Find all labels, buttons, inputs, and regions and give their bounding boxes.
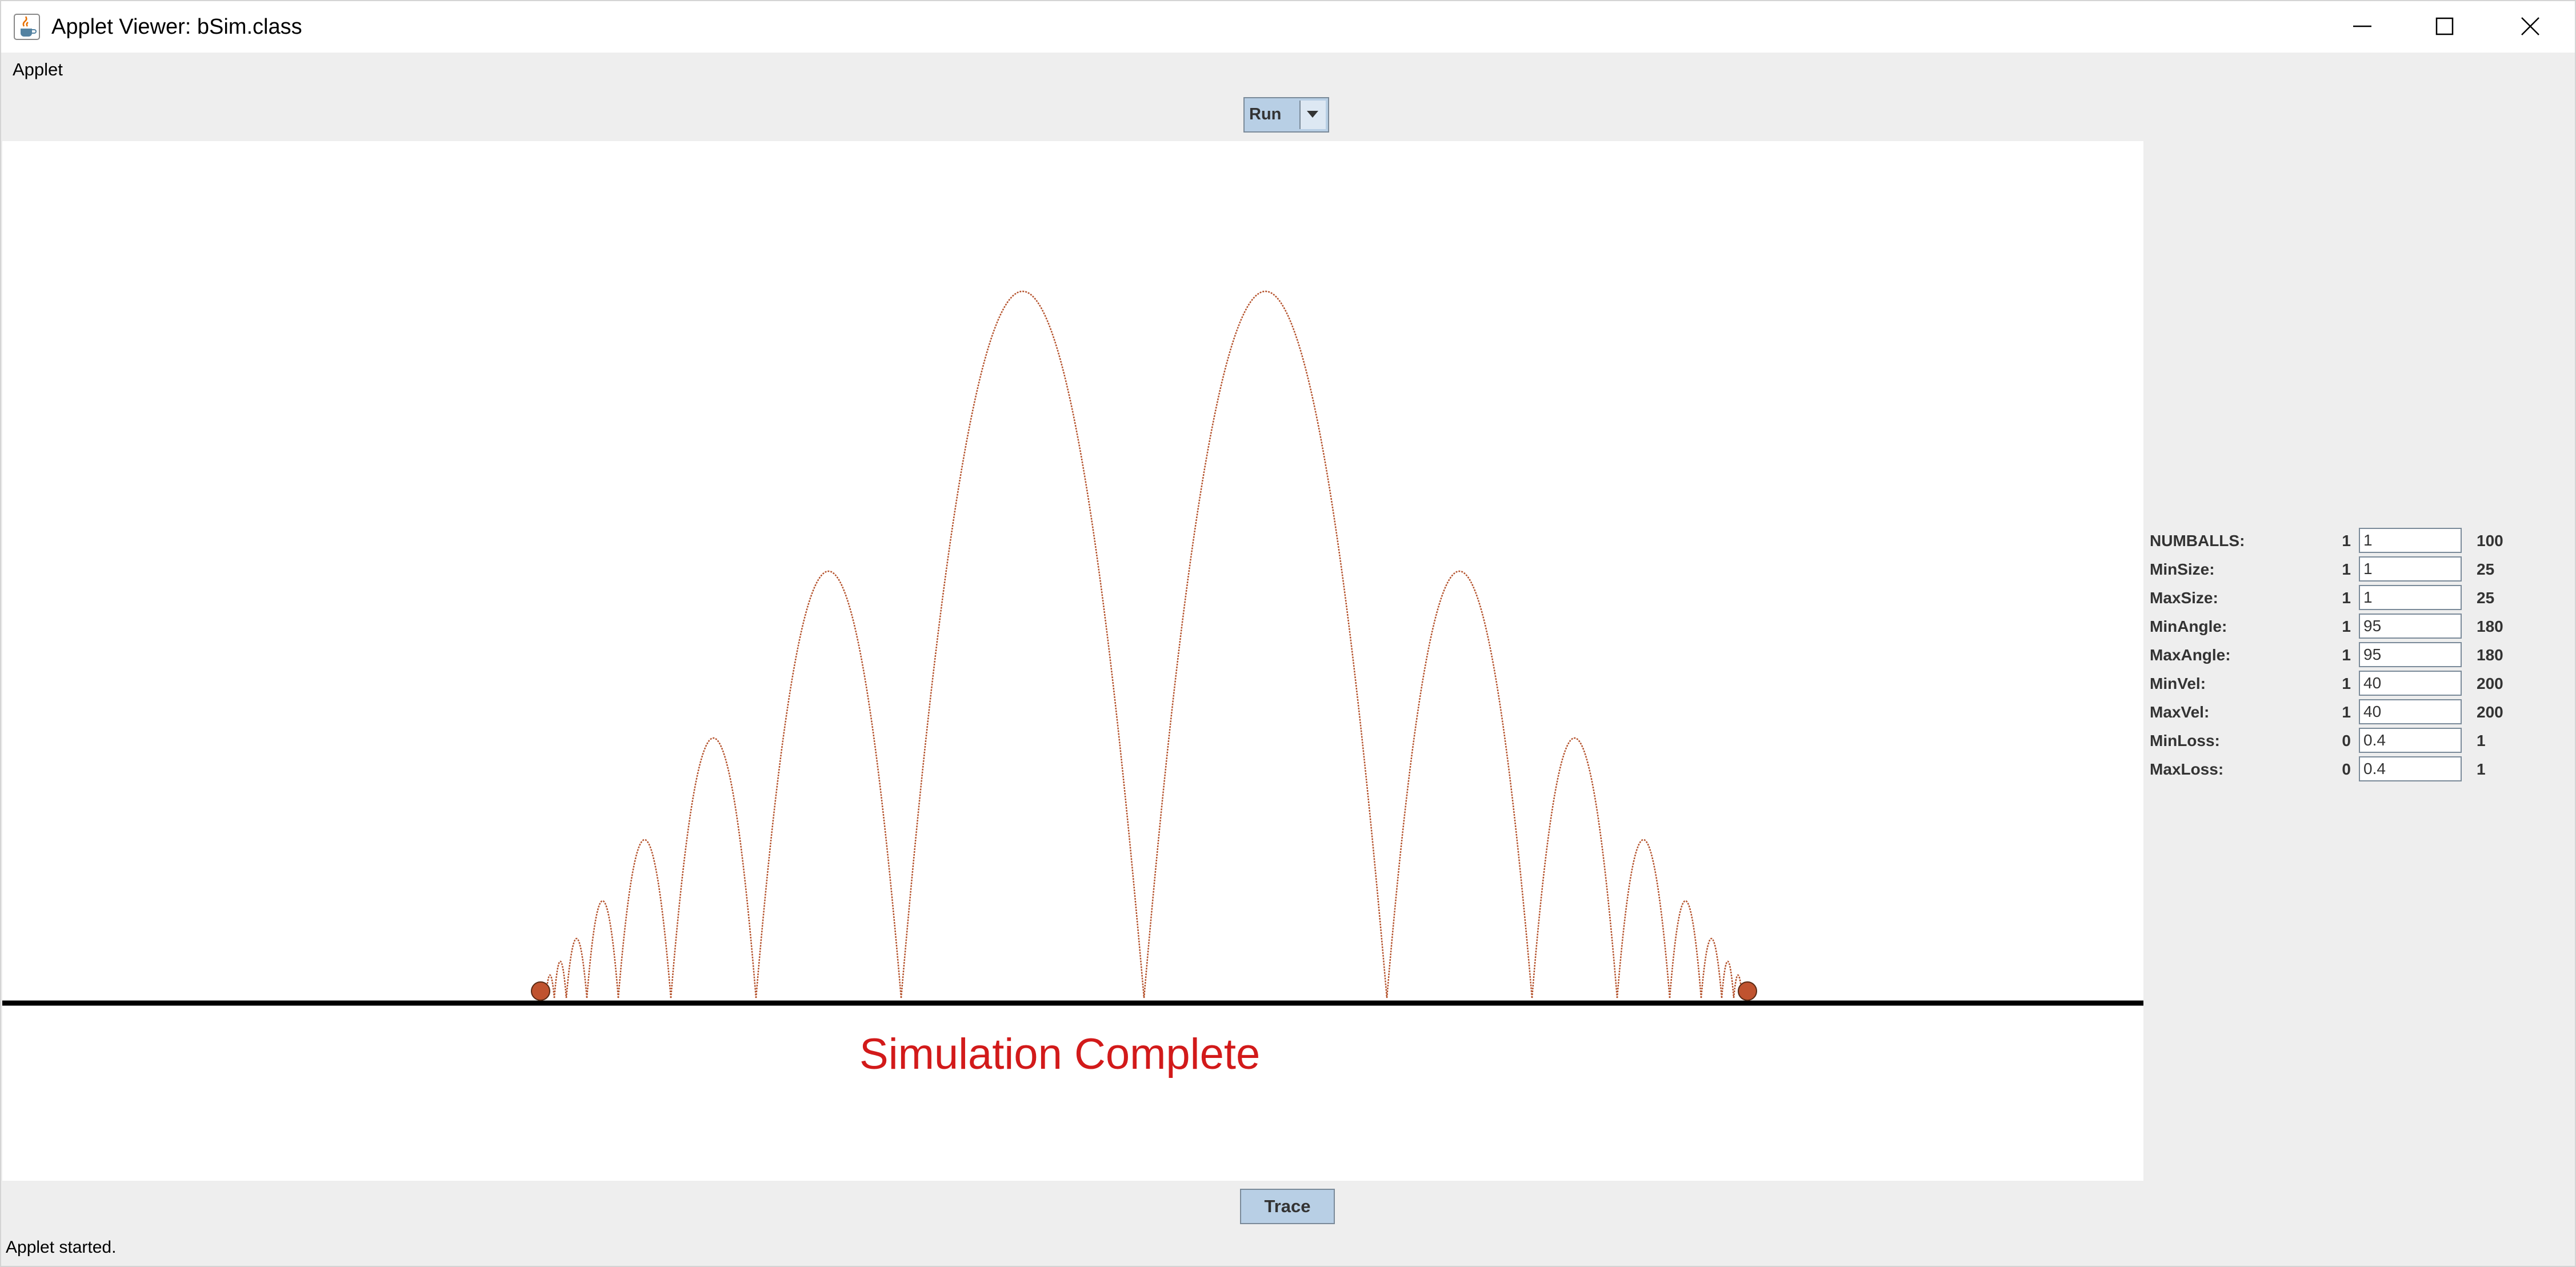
- param-input[interactable]: 0.4: [2359, 756, 2462, 781]
- maximize-icon: [2435, 17, 2454, 35]
- param-input[interactable]: 95: [2359, 614, 2462, 639]
- param-row: MinVel: 1 40 200: [2150, 669, 2561, 697]
- title-bar: Applet Viewer: bSim.class: [1, 1, 2575, 53]
- param-input[interactable]: 95: [2359, 642, 2462, 667]
- param-min: 0: [2342, 760, 2351, 778]
- param-row: MinLoss: 0 0.4 1: [2150, 727, 2561, 754]
- ball: [1738, 981, 1757, 1001]
- param-min: 0: [2342, 732, 2351, 749]
- param-label: MinAngle:: [2150, 618, 2227, 635]
- chevron-down-icon: [1307, 111, 1318, 118]
- maximize-button[interactable]: [2405, 1, 2485, 53]
- trajectory-arc: [1700, 937, 1723, 999]
- param-row: MinSize: 1 1 25: [2150, 555, 2561, 583]
- param-min: 1: [2342, 646, 2351, 664]
- trajectory-arc: [1616, 839, 1671, 999]
- param-label: MinLoss:: [2150, 732, 2220, 749]
- run-dropdown-value: Run: [1249, 105, 1282, 123]
- param-min: 1: [2342, 703, 2351, 721]
- param-row: MaxSize: 1 1 25: [2150, 584, 2561, 611]
- param-input[interactable]: 40: [2359, 699, 2462, 724]
- trajectory-arc: [1669, 900, 1702, 999]
- param-input[interactable]: 40: [2359, 671, 2462, 696]
- param-max: 1: [2477, 760, 2486, 778]
- param-max: 1: [2477, 732, 2486, 749]
- param-max: 100: [2477, 532, 2503, 550]
- param-label: MinVel:: [2150, 675, 2206, 692]
- param-row: MaxAngle: 1 95 180: [2150, 641, 2561, 668]
- applet-viewer-window: Applet Viewer: bSim.class Applet Run Sim…: [0, 0, 2576, 1267]
- simulation-complete-message: Simulation Complete: [859, 1030, 1261, 1078]
- trajectory-arc: [586, 900, 619, 999]
- dropdown-arrow-button[interactable]: [1299, 101, 1326, 129]
- trajectory-arc: [553, 960, 567, 999]
- status-bar-text: Applet started.: [6, 1238, 117, 1257]
- param-min: 1: [2342, 532, 2351, 550]
- param-min: 1: [2342, 589, 2351, 607]
- param-max: 200: [2477, 703, 2503, 721]
- window-title: Applet Viewer: bSim.class: [51, 15, 302, 39]
- close-button[interactable]: [2490, 1, 2570, 53]
- param-max: 25: [2477, 560, 2495, 578]
- trajectory-arc: [565, 937, 588, 999]
- param-max: 25: [2477, 589, 2495, 607]
- param-row: MaxLoss: 0 0.4 1: [2150, 755, 2561, 783]
- param-label: MaxVel:: [2150, 703, 2210, 721]
- param-max: 180: [2477, 618, 2503, 635]
- menu-bar: Applet: [1, 53, 2575, 87]
- param-min: 1: [2342, 675, 2351, 692]
- trajectory-arc: [1721, 960, 1735, 999]
- simulation-drawing: [2, 291, 2143, 1006]
- param-label: MinSize:: [2150, 560, 2215, 578]
- trajectory-arc: [1531, 737, 1618, 999]
- param-input[interactable]: 1: [2359, 556, 2462, 582]
- param-label: MaxLoss:: [2150, 760, 2224, 778]
- param-min: 1: [2342, 560, 2351, 578]
- run-dropdown[interactable]: Run: [1243, 97, 1329, 133]
- simulation-canvas: Simulation Complete: [2, 141, 2143, 1181]
- close-icon: [2521, 17, 2539, 35]
- param-row: MinAngle: 1 95 180: [2150, 612, 2561, 640]
- param-input[interactable]: 0.4: [2359, 728, 2462, 753]
- trajectory-arc: [755, 570, 902, 999]
- trajectory-arc: [617, 839, 672, 999]
- param-row: NUMBALLS: 1 1 100: [2150, 527, 2561, 554]
- param-row: MaxVel: 1 40 200: [2150, 698, 2561, 725]
- menu-applet[interactable]: Applet: [13, 59, 63, 80]
- param-min: 1: [2342, 618, 2351, 635]
- param-input[interactable]: 1: [2359, 528, 2462, 553]
- minimize-icon: [2353, 25, 2371, 27]
- trace-button[interactable]: Trace: [1240, 1189, 1335, 1224]
- param-max: 200: [2477, 675, 2503, 692]
- minimize-button[interactable]: [2322, 1, 2402, 53]
- param-label: NUMBALLS:: [2150, 532, 2245, 550]
- trajectory-arc: [900, 291, 1145, 999]
- param-input[interactable]: 1: [2359, 585, 2462, 610]
- trajectory-arc: [670, 737, 757, 999]
- trajectory-arc: [1143, 291, 1388, 999]
- java-cup-icon: [14, 14, 40, 40]
- ball: [531, 981, 550, 1001]
- param-label: MaxAngle:: [2150, 646, 2231, 664]
- param-label: MaxSize:: [2150, 589, 2218, 607]
- trajectory-arc: [1386, 570, 1533, 999]
- param-max: 180: [2477, 646, 2503, 664]
